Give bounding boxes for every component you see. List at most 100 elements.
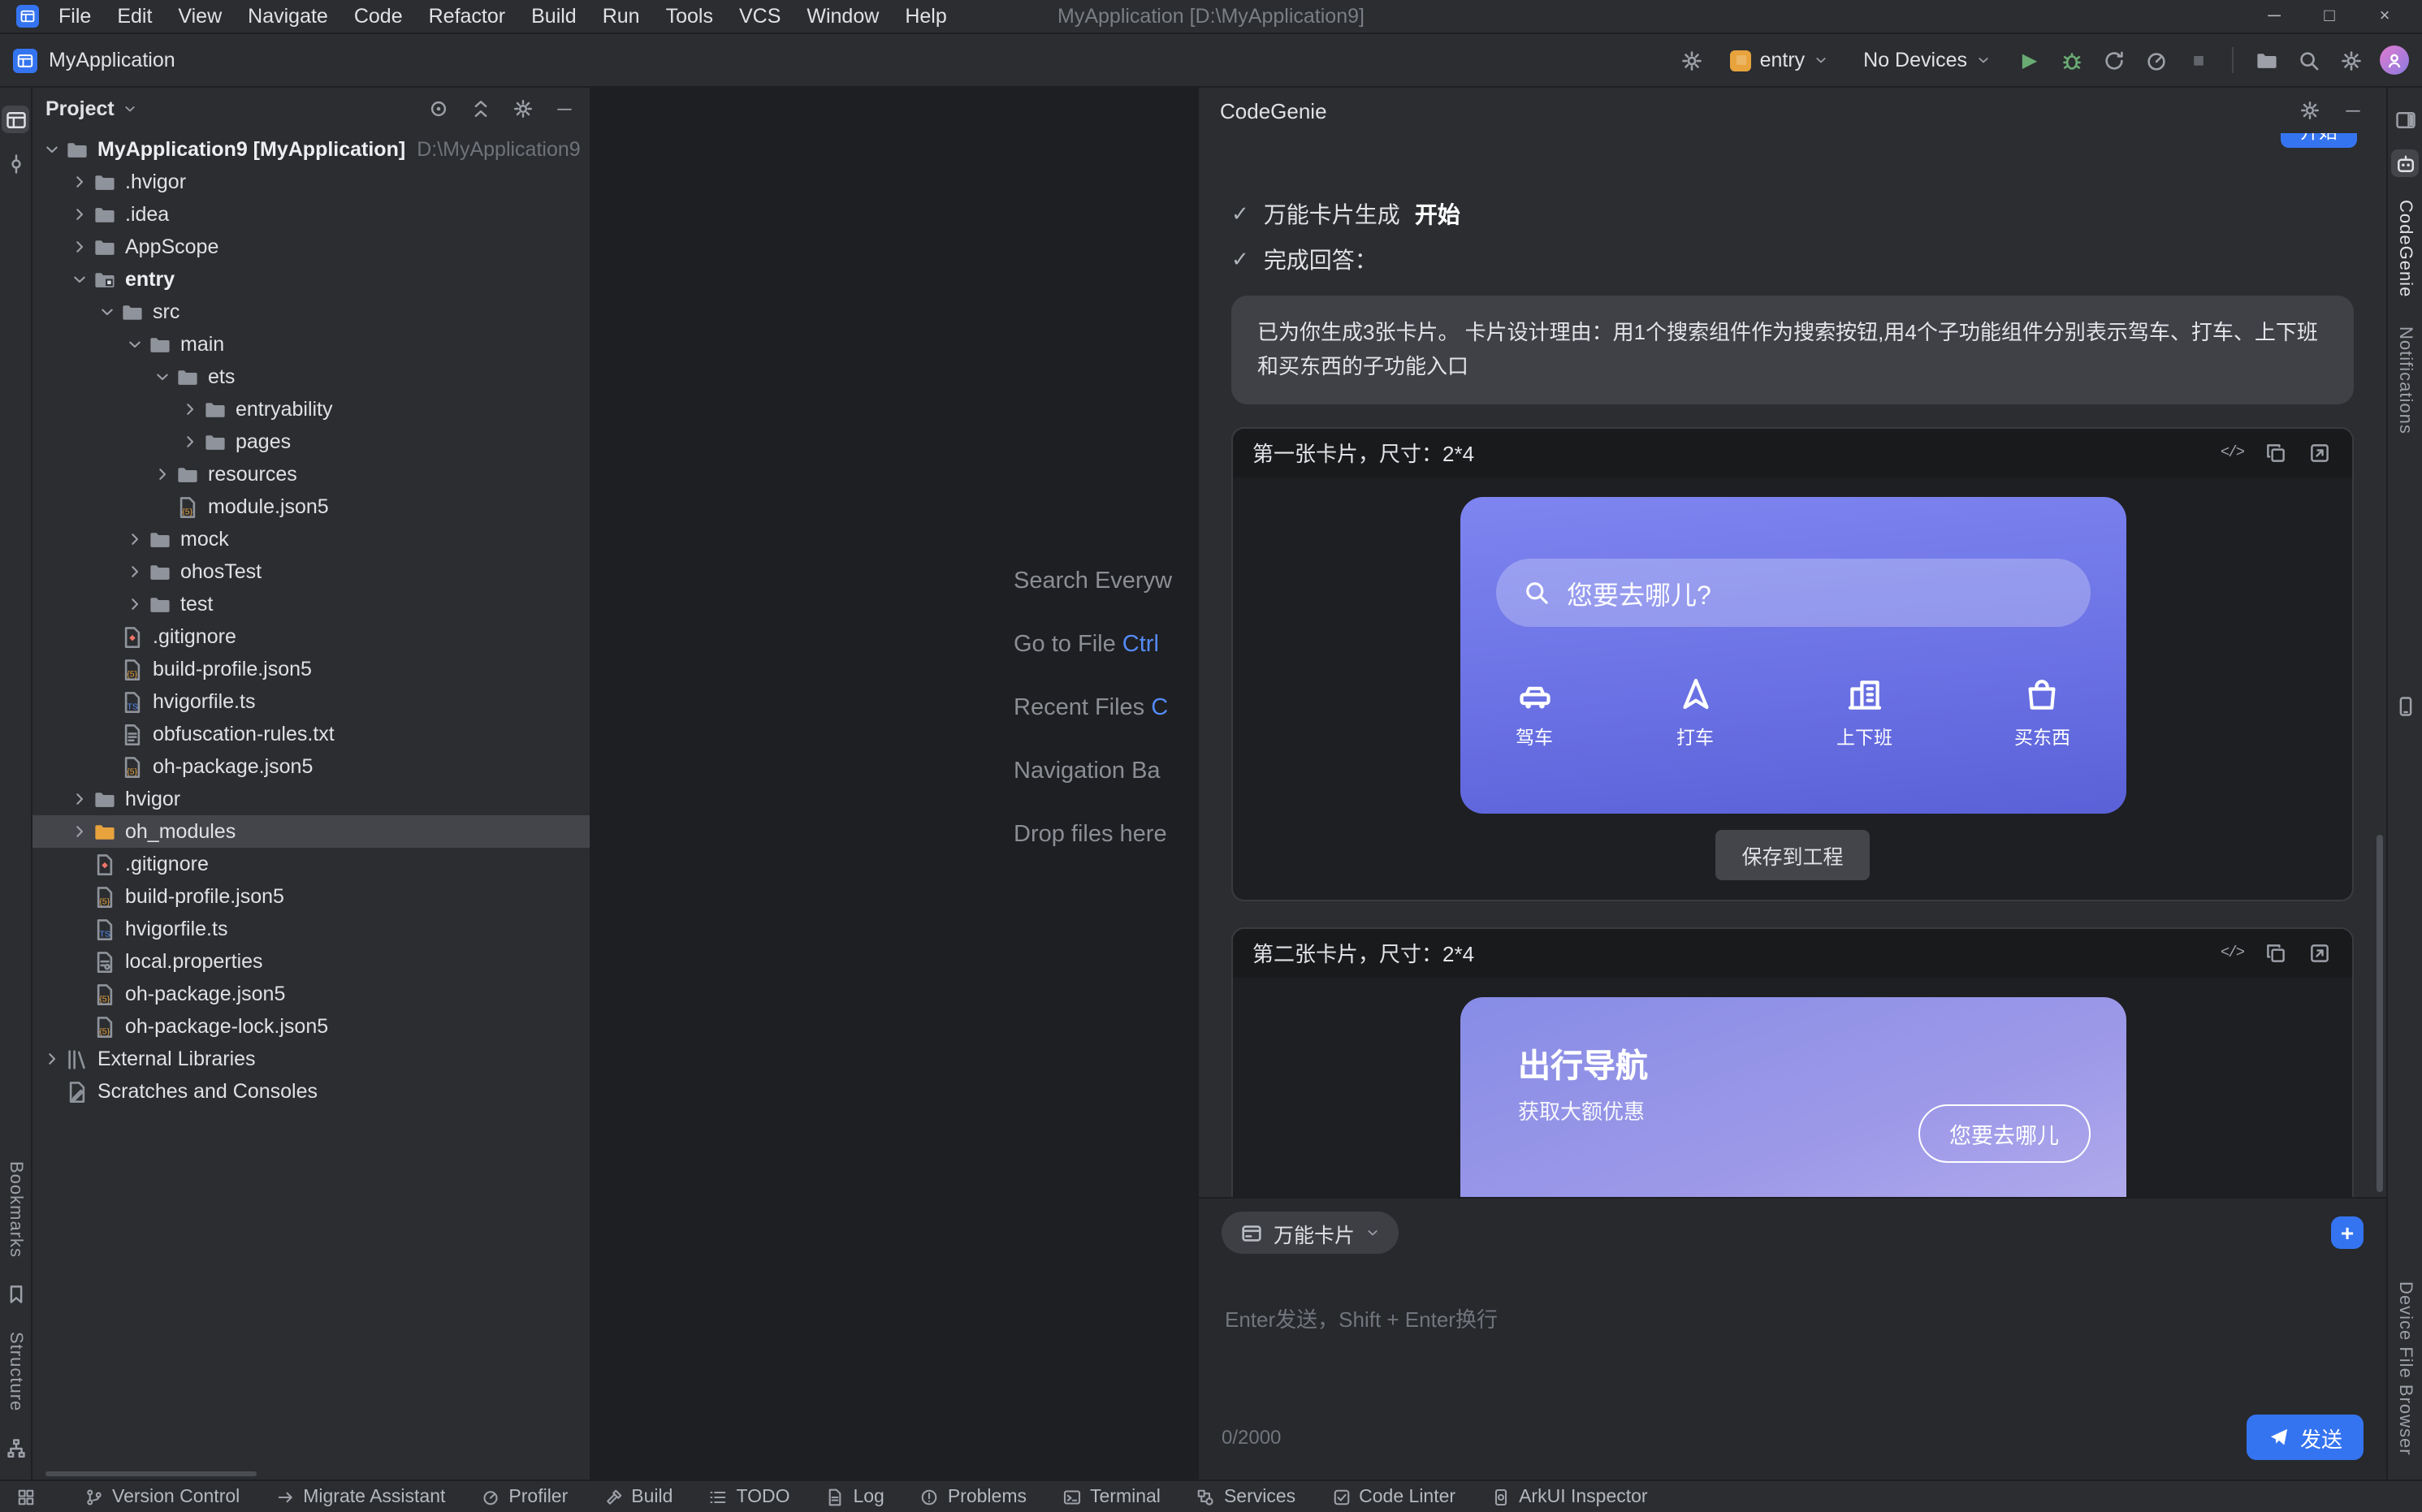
codegenie-strip-icon[interactable] [2391,149,2419,177]
status-item-services[interactable]: Services [1179,1487,1313,1506]
tab-bookmarks[interactable]: Bookmarks [6,1162,25,1259]
tree-item-oh-package-lock-json5[interactable]: {5}oh-package-lock.json5 [32,1010,590,1043]
tree-item-mock[interactable]: mock [32,523,590,555]
export-icon[interactable] [2307,940,2333,966]
chevron-right-icon[interactable] [122,562,146,581]
project-widget[interactable]: MyApplication [49,49,175,71]
tree-item--idea[interactable]: .idea [32,198,590,231]
tree-item-appscope[interactable]: AppScope [32,231,590,263]
tree-item-entryability[interactable]: entryability [32,393,590,426]
status-item-version-control[interactable]: Version Control [67,1487,257,1506]
menu-code[interactable]: Code [341,5,416,28]
chevron-down-icon[interactable] [123,101,139,117]
chevron-right-icon[interactable] [67,237,91,257]
profiler-button[interactable] [2143,46,2170,74]
menu-view[interactable]: View [165,5,235,28]
tree-item-hvigor[interactable]: hvigor [32,783,590,815]
chevron-down-icon[interactable] [39,140,63,159]
device-selector[interactable]: No Devices [1853,44,2001,76]
chevron-down-icon[interactable] [67,270,91,289]
chevron-right-icon[interactable] [67,789,91,809]
status-item-log[interactable]: Log [807,1487,902,1506]
tree-item-src[interactable]: src [32,296,590,328]
chevron-right-icon[interactable] [67,822,91,841]
copy-icon[interactable] [2263,940,2289,966]
tree-item-pages[interactable]: pages [32,426,590,458]
codegenie-hide-icon[interactable]: ─ [2341,98,2365,123]
tree-item-oh-modules[interactable]: oh_modules [32,815,590,848]
status-item-migrate-assistant[interactable]: Migrate Assistant [257,1487,463,1506]
tree-item-hvigorfile-ts[interactable]: TShvigorfile.ts [32,685,590,718]
menu-build[interactable]: Build [518,5,590,28]
tree-item-build-profile-json5[interactable]: {5}build-profile.json5 [32,880,590,913]
save-to-project-button[interactable]: 保存到工程 [1715,830,1869,880]
code-icon[interactable]: </> [2219,440,2245,466]
stop-button[interactable]: ■ [2185,46,2212,74]
minimize-button[interactable]: ─ [2247,6,2302,26]
send-button[interactable]: 发送 [2247,1415,2364,1460]
status-item-code-linter[interactable]: Code Linter [1313,1487,1473,1506]
tree-item--gitignore[interactable]: .gitignore [32,620,590,653]
layout-panel-icon[interactable] [2391,106,2419,133]
user-avatar[interactable] [2380,45,2409,75]
device-settings-icon[interactable] [1679,46,1706,74]
hide-panel-icon[interactable]: ─ [552,97,577,121]
tab-structure[interactable]: Structure [6,1332,25,1411]
menu-edit[interactable]: Edit [104,5,165,28]
tree-item-hvigorfile-ts[interactable]: TShvigorfile.ts [32,913,590,945]
chevron-right-icon[interactable] [39,1049,63,1069]
structure-icon[interactable] [2,1434,29,1462]
close-button[interactable]: × [2357,6,2412,26]
tool-window-grid-icon[interactable] [13,1484,37,1509]
tab-notifications[interactable]: Notifications [2395,326,2415,434]
collapse-all-icon[interactable] [468,97,492,121]
search-everywhere-icon[interactable] [2295,46,2323,74]
partial-action-button[interactable]: 开始 [2281,133,2357,148]
tree-item-obfuscation-rules-txt[interactable]: obfuscation-rules.txt [32,718,590,750]
maximize-button[interactable]: □ [2302,6,2357,26]
tree-item-resources[interactable]: resources [32,458,590,490]
settings-icon[interactable] [2338,46,2365,74]
tree-item-module-json5[interactable]: {5}module.json5 [32,490,590,523]
chevron-down-icon[interactable] [149,367,174,387]
status-item-terminal[interactable]: Terminal [1044,1487,1179,1506]
status-item-build[interactable]: Build [586,1487,690,1506]
status-item-profiler[interactable]: Profiler [463,1487,586,1506]
coverage-button[interactable] [2100,46,2128,74]
commit-strip-icon[interactable] [2,149,29,177]
chevron-right-icon[interactable] [149,464,174,484]
chevron-down-icon[interactable] [122,335,146,354]
tree-item--gitignore[interactable]: .gitignore [32,848,590,880]
device-manager-icon[interactable] [2391,693,2419,720]
menu-tools[interactable]: Tools [653,5,726,28]
chevron-right-icon[interactable] [177,400,201,419]
tree-item-oh-package-json5[interactable]: {5}oh-package.json5 [32,978,590,1010]
export-icon[interactable] [2307,440,2333,466]
chevron-right-icon[interactable] [67,205,91,224]
add-context-button[interactable]: + [2331,1216,2364,1249]
tree-item-scratches-and-consoles[interactable]: Scratches and Consoles [32,1075,590,1108]
chevron-right-icon[interactable] [67,172,91,192]
code-icon[interactable]: </> [2219,940,2245,966]
bookmark-icon[interactable] [2,1281,29,1309]
device-file-icon[interactable] [2253,46,2281,74]
project-panel-title[interactable]: Project [45,97,115,120]
horizontal-scrollbar[interactable] [45,1471,257,1476]
locate-file-icon[interactable] [426,97,450,121]
menu-navigate[interactable]: Navigate [235,5,341,28]
tree-item-ets[interactable]: ets [32,361,590,393]
menu-window[interactable]: Window [794,5,892,28]
tree-item-external-libraries[interactable]: External Libraries [32,1043,590,1075]
chevron-right-icon[interactable] [122,594,146,614]
tree-item-entry[interactable]: entry [32,263,590,296]
status-item-todo[interactable]: TODO [690,1487,807,1506]
tab-codegenie[interactable]: CodeGenie [2395,200,2415,297]
menu-run[interactable]: Run [590,5,653,28]
codegenie-settings-icon[interactable] [2297,98,2321,123]
run-button[interactable]: ▶ [2016,46,2044,74]
copy-icon[interactable] [2263,440,2289,466]
chevron-right-icon[interactable] [177,432,201,451]
tree-item-local-properties[interactable]: local.properties [32,945,590,978]
menu-file[interactable]: File [45,5,104,28]
menu-vcs[interactable]: VCS [726,5,794,28]
